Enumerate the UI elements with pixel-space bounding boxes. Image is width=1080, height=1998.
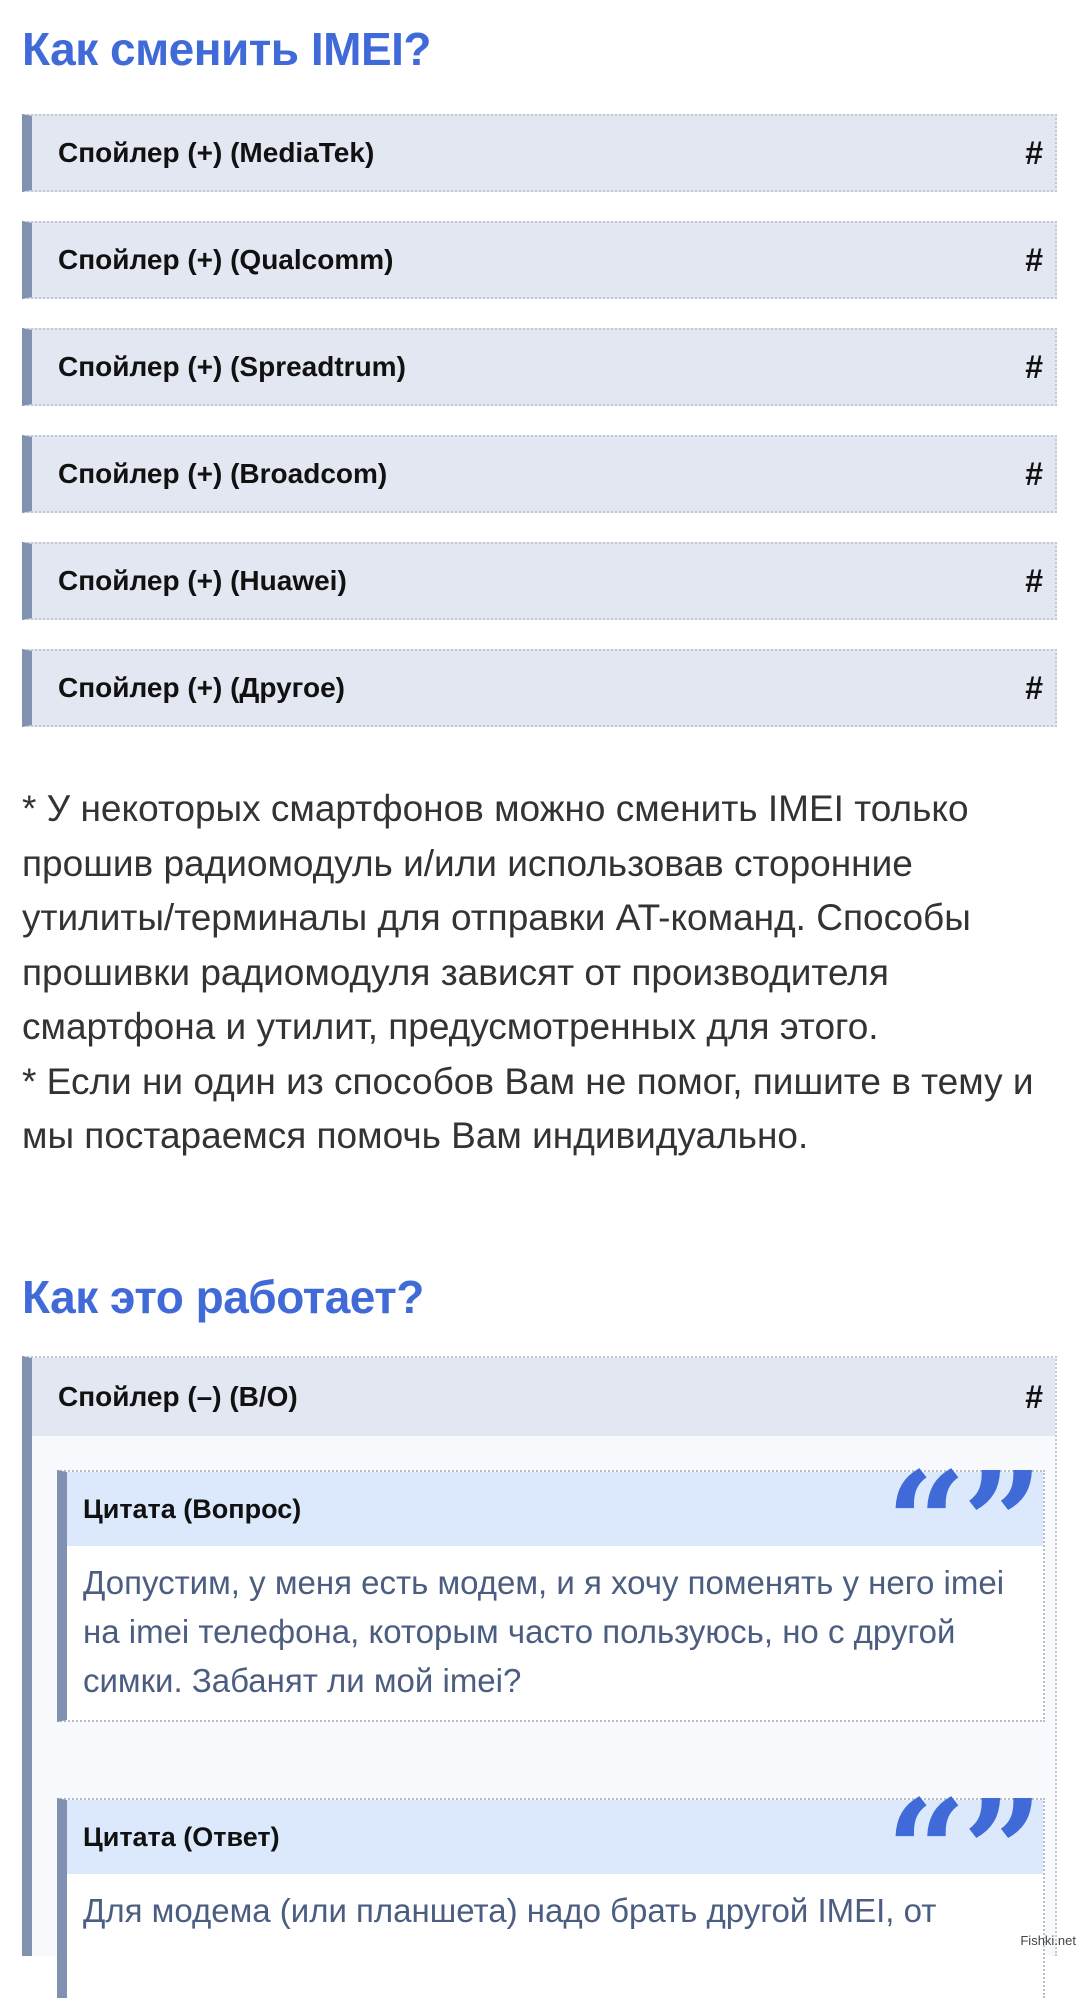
spoiler-huawei[interactable]: Спойлер (+) (Huawei) # <box>22 542 1057 620</box>
quote-title: Цитата (Ответ) <box>83 1822 280 1852</box>
quote-header: Цитата (Ответ) “” <box>67 1782 1043 1922</box>
quote-text: Допустим, у меня есть модем, и я хочу по… <box>83 1564 1005 1699</box>
quote-question: Цитата (Вопрос) “” Допустим, у меня есть… <box>57 1454 1045 1722</box>
spoiler-title: Спойлер (+) (Qualcomm) <box>58 244 394 275</box>
spoiler-mediatek[interactable]: Спойлер (+) (MediaTek) # <box>22 114 1057 192</box>
spoiler-title: Спойлер (+) (Huawei) <box>58 565 347 596</box>
quote-title: Цитата (Вопрос) <box>83 1494 302 1524</box>
spoiler-other[interactable]: Спойлер (+) (Другое) # <box>22 649 1057 727</box>
quote-answer: Цитата (Ответ) “” Для модема (или планше… <box>57 1782 1045 1998</box>
spoiler-anchor-link[interactable]: # <box>1025 1358 1043 1436</box>
spoiler-anchor-link[interactable]: # <box>1025 116 1043 190</box>
quote-header: Цитата (Вопрос) “” <box>67 1454 1043 1594</box>
spoiler-title: Спойлер (–) (В/О) <box>58 1381 298 1412</box>
spoiler-anchor-link[interactable]: # <box>1025 651 1043 725</box>
spoiler-spreadtrum[interactable]: Спойлер (+) (Spreadtrum) # <box>22 328 1057 406</box>
spoiler-title: Спойлер (+) (MediaTek) <box>58 137 375 168</box>
note-paragraph: * У некоторых смартфонов можно сменить I… <box>22 788 971 1047</box>
section-title-change-imei: Как сменить IMEI? <box>22 23 432 75</box>
spoiler-anchor-link[interactable]: # <box>1025 223 1043 297</box>
spoiler-title: Спойлер (+) (Другое) <box>58 672 345 703</box>
spoiler-title: Спойлер (+) (Broadcom) <box>58 458 388 489</box>
notes-block: * У некоторых смартфонов можно сменить I… <box>22 782 1062 1164</box>
note-paragraph: * Если ни один из способов Вам не помог,… <box>22 1060 1034 1157</box>
quote-text: Для модема (или планшета) надо брать дру… <box>83 1892 937 1929</box>
spoiler-title: Спойлер (+) (Spreadtrum) <box>58 351 406 382</box>
spoiler-faq-expanded: Спойлер (–) (В/О) # Цитата (Вопрос) “” Д… <box>22 1356 1057 1998</box>
spoiler-broadcom[interactable]: Спойлер (+) (Broadcom) # <box>22 435 1057 513</box>
watermark-text: Fishki.net <box>1020 1933 1076 1948</box>
spoiler-anchor-link[interactable]: # <box>1025 437 1043 511</box>
spoiler-qualcomm[interactable]: Спойлер (+) (Qualcomm) # <box>22 221 1057 299</box>
section-title-how-it-works: Как это работает? <box>22 1271 424 1323</box>
spoiler-anchor-link[interactable]: # <box>1025 330 1043 404</box>
spoiler-anchor-link[interactable]: # <box>1025 544 1043 618</box>
spoiler-faq-header[interactable]: Спойлер (–) (В/О) # <box>32 1358 1055 1436</box>
